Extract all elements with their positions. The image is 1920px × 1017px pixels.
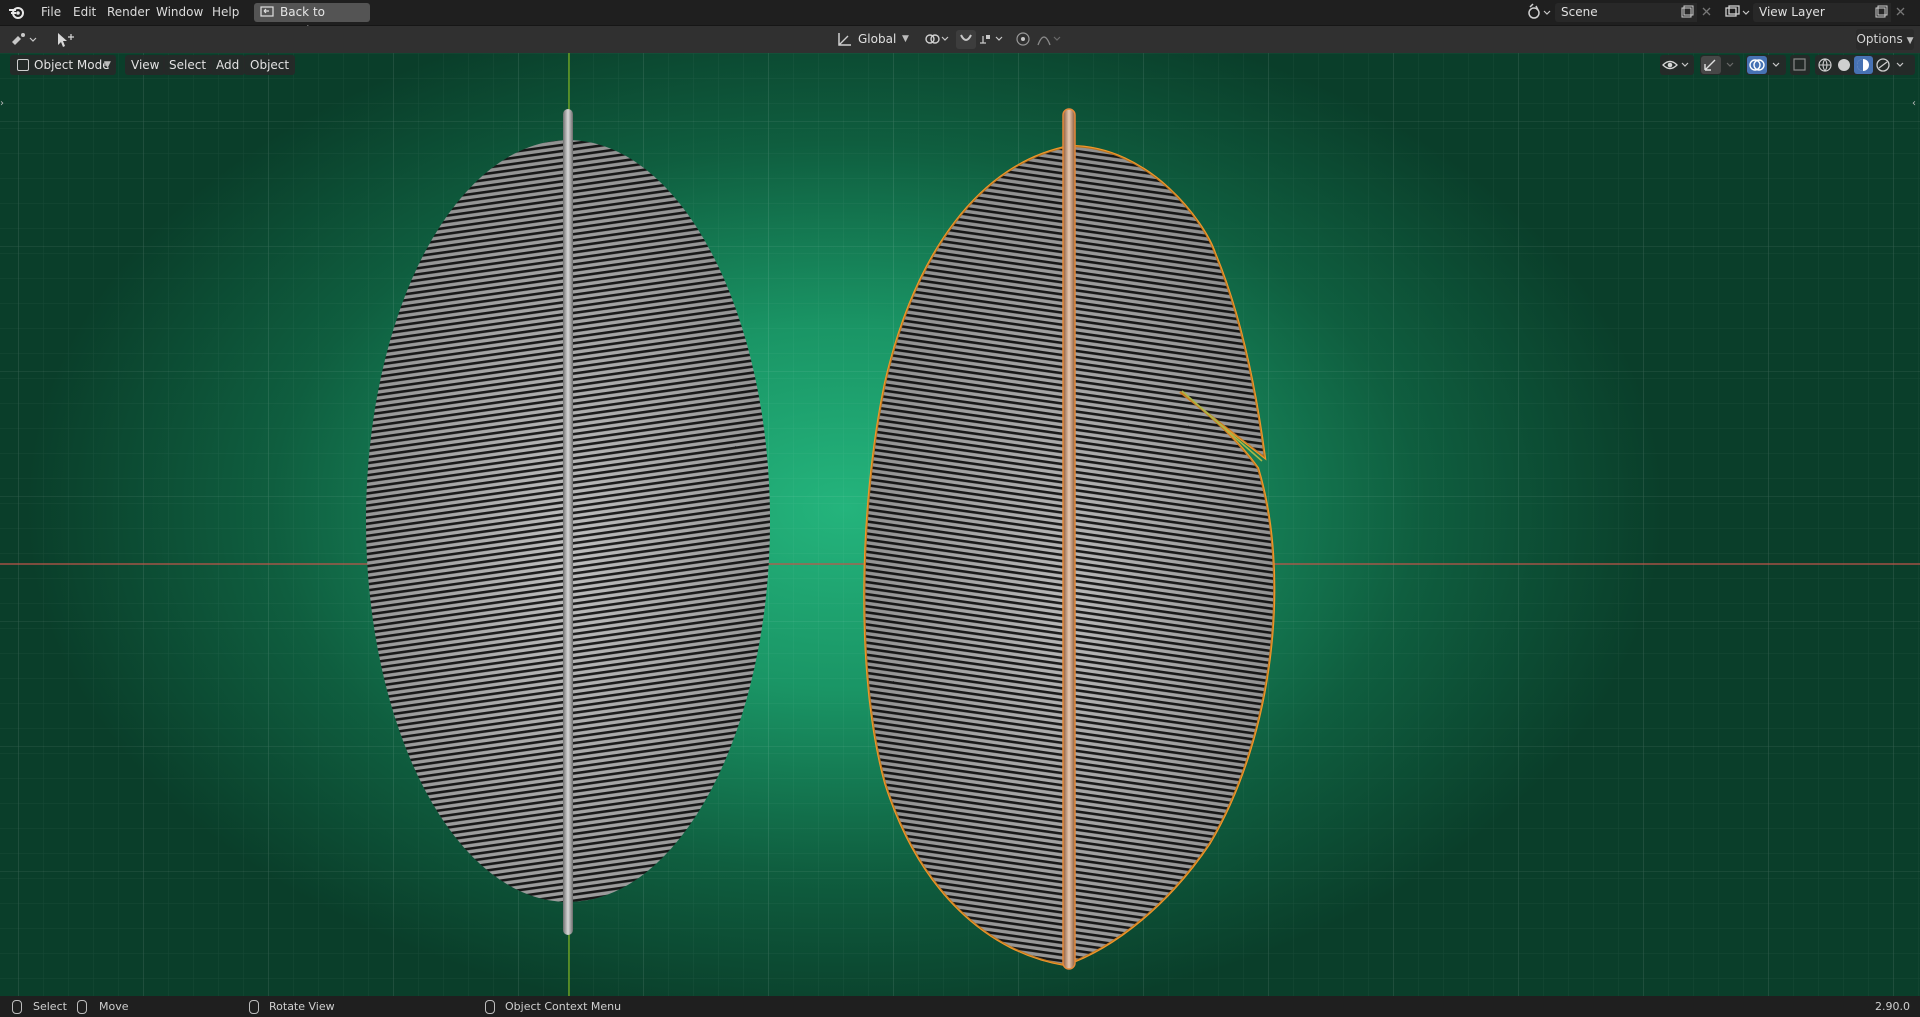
view-layer-browse-button[interactable] [1722,3,1752,22]
object-mode-label: Object Mode [34,58,110,72]
shading-icons [1818,56,1904,74]
chevron-down-icon: ▼ [1906,36,1914,46]
cursor-tool-button[interactable] [52,29,76,50]
3d-viewport[interactable]: Object Mode ▼ View Select Add Object › ‹ [0,53,1920,996]
menu-file[interactable]: File [35,0,67,25]
object-mode-dropdown[interactable]: Object Mode ▼ [10,55,116,75]
transform-orientation-dropdown[interactable]: Global ▼ [836,29,914,50]
view-layer-icon [1725,5,1750,17]
status-context-menu-hint: Object Context Menu [505,1000,622,1013]
cursor-tool-icon [58,33,74,47]
new-view-layer-button[interactable] [1871,3,1891,22]
viewport-menu-object[interactable]: Object [244,55,296,75]
viewport-menu-add[interactable]: Add [210,55,246,75]
close-icon [1702,7,1711,16]
gizmo-toggle[interactable] [1700,55,1740,75]
top-menu-bar: File Edit Render Window Help Back to Pre… [0,0,1920,38]
shading-mode-group [1815,55,1915,75]
new-icon [1681,5,1694,18]
snap-icon [956,30,1003,49]
proportional-editing-toggle[interactable] [1014,29,1066,50]
rendered-shading-icon[interactable] [1876,58,1890,72]
mouse-middle-icon [249,1000,259,1014]
viewport-scene [0,53,1920,996]
xray-icon [1793,58,1806,71]
visibility-dropdown[interactable] [1660,55,1694,75]
close-icon [1896,7,1905,16]
object-mode-icon [17,59,29,71]
editor-type-button[interactable] [8,29,40,50]
status-select-hint: Select [33,1000,67,1013]
material-shading-icon[interactable] [1854,56,1873,74]
pivot-icon [925,34,949,44]
orientation-icon [838,33,851,46]
status-move-hint: Move [99,1000,129,1013]
pivot-point-dropdown[interactable] [922,29,952,50]
version-label: 2.90.0 [1875,1000,1910,1013]
overlay-icon [1747,56,1780,74]
options-dropdown[interactable]: Options ▼ [1856,29,1914,50]
tool-header: Global ▼ Options ▼ [0,26,1920,54]
new-icon [1875,5,1888,18]
back-to-previous-button[interactable]: Back to Previous [254,3,370,38]
snap-toggle[interactable] [956,29,1008,50]
xray-toggle[interactable] [1790,55,1810,75]
scene-browse-button[interactable] [1524,3,1554,22]
chevron-down-icon: ▼ [104,60,111,70]
gizmo-icon [1701,56,1734,74]
viewport-header: Object Mode ▼ View Select Add Object [0,53,1920,77]
chevron-down-icon: ▼ [902,34,909,44]
overlay-toggle[interactable] [1746,55,1786,75]
status-bar: Select Move Rotate View Object Context M… [0,996,1920,1017]
proportional-icon [1016,32,1061,46]
toolbar-expand-handle[interactable]: › [0,98,6,112]
menu-window[interactable]: Window [150,0,209,25]
editor-type-icon [12,33,37,45]
delete-scene-button[interactable] [1697,3,1717,22]
options-label: Options [1856,32,1903,46]
menu-render[interactable]: Render [101,0,156,25]
visibility-icon [1662,60,1689,70]
menu-help[interactable]: Help [206,0,245,25]
sidebar-expand-handle[interactable]: ‹ [1912,98,1920,112]
new-scene-button[interactable] [1677,3,1697,22]
view-layer-name-field[interactable]: View Layer [1753,3,1881,22]
viewport-menu-select[interactable]: Select [163,55,213,75]
mouse-drag-icon [77,1000,87,1014]
delete-view-layer-button[interactable] [1891,3,1911,22]
solid-shading-icon[interactable] [1838,59,1850,71]
scene-name-field[interactable]: Scene [1555,3,1683,22]
mouse-left-icon [12,1000,22,1014]
mouse-right-icon [485,1000,495,1014]
menu-edit[interactable]: Edit [67,0,102,25]
blender-logo-icon[interactable] [8,4,25,21]
viewport-menu-view[interactable]: View [125,55,166,75]
status-rotate-view-hint: Rotate View [269,1000,335,1013]
transform-orientation-label: Global [858,32,897,46]
scene-icon [1528,3,1551,19]
back-icon [260,6,274,17]
wireframe-shading-icon[interactable] [1818,58,1832,72]
